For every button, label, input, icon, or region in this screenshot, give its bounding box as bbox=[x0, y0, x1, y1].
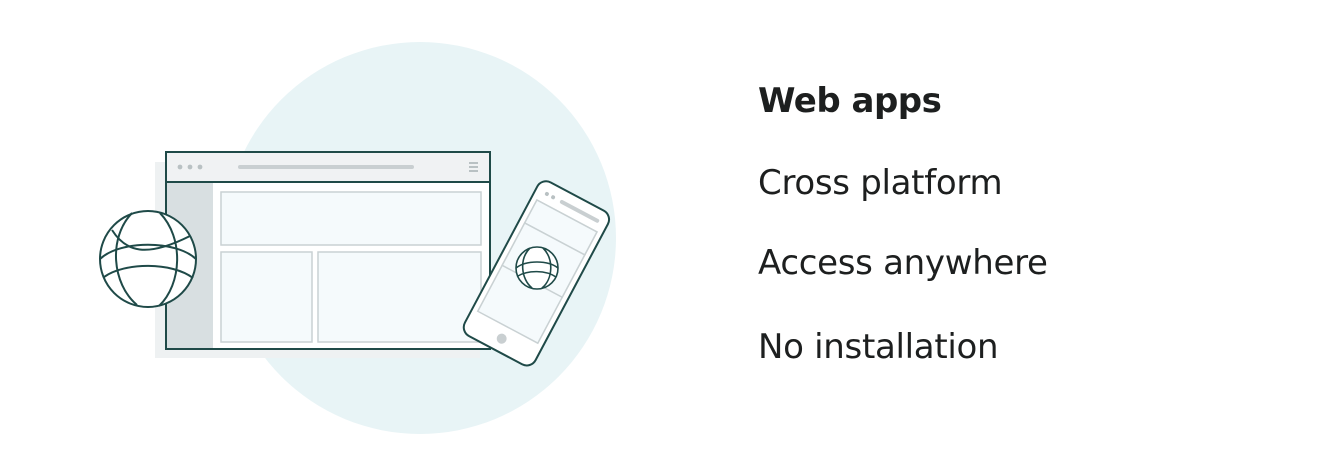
feature-item-access-anywhere: Access anywhere bbox=[758, 243, 1048, 283]
feature-item-no-installation: No installation bbox=[758, 327, 999, 367]
phone-globe-icon bbox=[515, 246, 559, 290]
feature-list: Web apps Cross platform Access anywhere … bbox=[758, 76, 1278, 402]
feature-title: Web apps bbox=[758, 81, 942, 121]
feature-item-cross-platform: Cross platform bbox=[758, 163, 1003, 203]
globe-icon bbox=[99, 210, 197, 308]
browser-window-icon bbox=[155, 151, 491, 358]
illustration-canvas bbox=[99, 42, 616, 434]
web-apps-illustration bbox=[0, 0, 700, 454]
